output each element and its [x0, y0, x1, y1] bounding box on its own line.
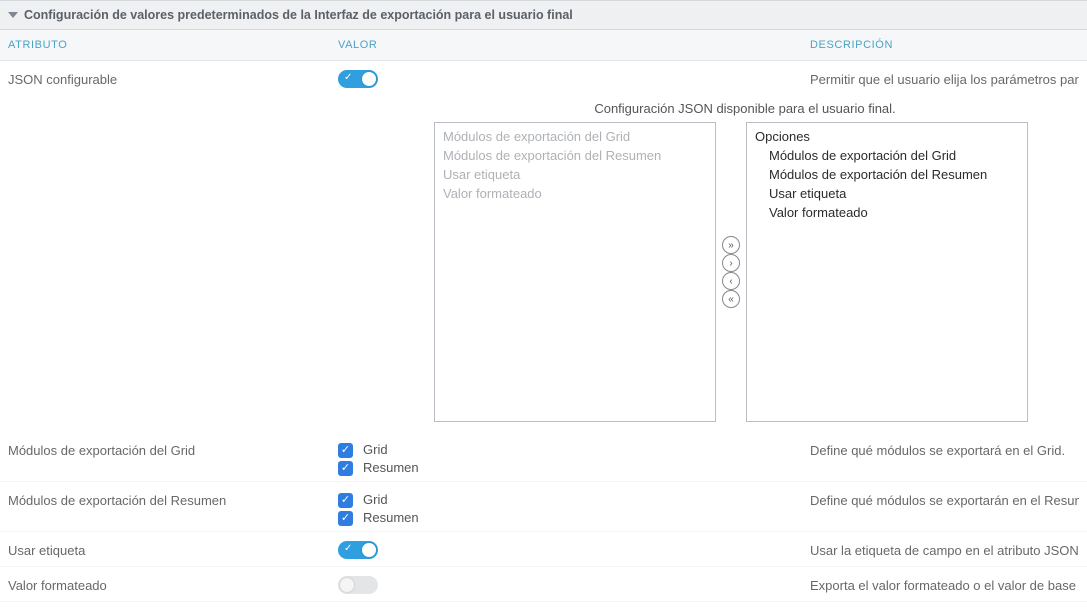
checkbox-label: Resumen: [363, 459, 419, 477]
selected-options-listbox[interactable]: Opciones Módulos de exportación del Grid…: [746, 122, 1028, 422]
list-item[interactable]: Módulos de exportación del Grid: [441, 127, 709, 146]
available-options-listbox[interactable]: Módulos de exportación del Grid Módulos …: [434, 122, 716, 422]
desc-summary-modules: Define qué módulos se exportarán en el R…: [810, 491, 1079, 508]
row-use-label: Usar etiqueta Usar la etiqueta de campo …: [0, 532, 1087, 567]
attr-formatted-value: Valor formateado: [8, 576, 338, 593]
list-item[interactable]: Valor formateado: [441, 184, 709, 203]
checkbox-grid-modules-grid[interactable]: ✓: [338, 443, 353, 458]
checkbox-label: Resumen: [363, 509, 419, 527]
list-item[interactable]: Valor formateado: [753, 203, 1021, 222]
attr-summary-modules: Módulos de exportación del Resumen: [8, 491, 338, 508]
desc-formatted-value: Exporta el valor formateado o el valor d…: [810, 576, 1079, 593]
json-config-subhead: Configuración JSON disponible para el us…: [434, 95, 1056, 122]
attr-json-configurable: JSON configurable: [8, 70, 338, 87]
row-summary-modules: Módulos de exportación del Resumen ✓ Gri…: [0, 482, 1087, 532]
col-value: VALOR: [338, 39, 810, 51]
list-item[interactable]: Módulos de exportación del Resumen: [753, 165, 1021, 184]
collapse-triangle-icon: [8, 12, 18, 18]
attr-use-label: Usar etiqueta: [8, 541, 338, 558]
checkbox-label: Grid: [363, 491, 388, 509]
checkbox-grid-modules-resumen[interactable]: ✓: [338, 461, 353, 476]
move-right-button[interactable]: ›: [722, 254, 740, 272]
list-group[interactable]: Opciones: [753, 127, 1021, 146]
section-title: Configuración de valores predeterminados…: [24, 8, 573, 22]
list-item[interactable]: Módulos de exportación del Resumen: [441, 146, 709, 165]
list-item[interactable]: Usar etiqueta: [753, 184, 1021, 203]
move-all-right-button[interactable]: »: [722, 236, 740, 254]
checkbox-summary-modules-resumen[interactable]: ✓: [338, 511, 353, 526]
checkbox-label: Grid: [363, 441, 388, 459]
attr-grid-modules: Módulos de exportación del Grid: [8, 441, 338, 458]
col-description: DESCRIPCIÓN: [810, 39, 1079, 51]
desc-grid-modules: Define qué módulos se exportará en el Gr…: [810, 441, 1079, 458]
col-attribute: ATRIBUTO: [8, 39, 338, 51]
row-grid-modules: Módulos de exportación del Grid ✓ Grid ✓…: [0, 432, 1087, 482]
toggle-formatted-value[interactable]: [338, 576, 378, 594]
desc-use-label: Usar la etiqueta de campo en el atributo…: [810, 541, 1079, 558]
checkbox-summary-modules-grid[interactable]: ✓: [338, 493, 353, 508]
list-item[interactable]: Usar etiqueta: [441, 165, 709, 184]
row-json-configurable: JSON configurable Permitir que el usuari…: [0, 61, 1087, 95]
move-all-left-button[interactable]: «: [722, 290, 740, 308]
move-left-button[interactable]: ‹: [722, 272, 740, 290]
column-headers: ATRIBUTO VALOR DESCRIPCIÓN: [0, 30, 1087, 61]
list-item[interactable]: Módulos de exportación del Grid: [753, 146, 1021, 165]
section-header[interactable]: Configuración de valores predeterminados…: [0, 0, 1087, 30]
move-buttons: » › ‹ «: [716, 122, 746, 422]
json-config-block: Configuración JSON disponible para el us…: [0, 95, 1087, 432]
toggle-use-label[interactable]: [338, 541, 378, 559]
toggle-json-configurable[interactable]: [338, 70, 378, 88]
row-formatted-value: Valor formateado Exporta el valor format…: [0, 567, 1087, 602]
desc-json-configurable: Permitir que el usuario elija los paráme…: [810, 70, 1079, 87]
